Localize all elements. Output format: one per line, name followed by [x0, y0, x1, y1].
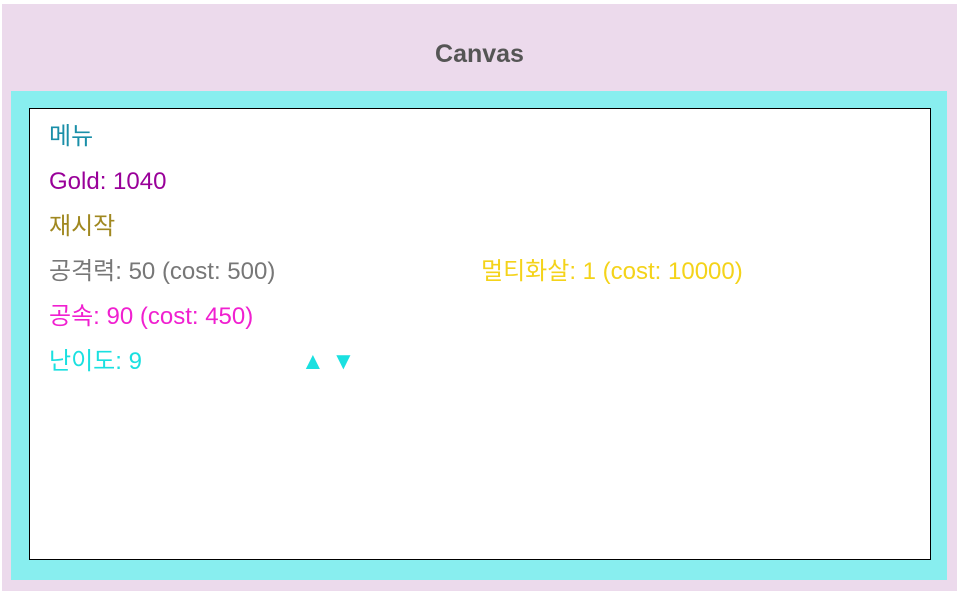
difficulty-down-icon[interactable]: ▼: [331, 348, 355, 376]
page-title: Canvas: [435, 40, 524, 68]
restart-button[interactable]: 재시작: [49, 213, 115, 241]
attack-upgrade-button[interactable]: 공격력: 50 (cost: 500): [49, 258, 275, 286]
difficulty-controls: ▲ ▼: [301, 348, 355, 376]
gold-counter: Gold: 1040: [49, 168, 167, 195]
attack-speed-upgrade-button[interactable]: 공속: 90 (cost: 450): [49, 303, 253, 331]
difficulty-label: 난이도: 9: [49, 348, 142, 375]
canvas-frame: 메뉴 Gold: 1040 재시작 공격력: 50 (cost: 500) 멀티…: [11, 91, 947, 580]
menu-button[interactable]: 메뉴: [49, 123, 93, 151]
page-background: Canvas 메뉴 Gold: 1040 재시작 공격력: 50 (cost: …: [2, 4, 957, 591]
game-canvas[interactable]: 메뉴 Gold: 1040 재시작 공격력: 50 (cost: 500) 멀티…: [29, 108, 931, 560]
multishot-upgrade-button[interactable]: 멀티화살: 1 (cost: 10000): [481, 258, 743, 286]
difficulty-up-icon[interactable]: ▲: [301, 348, 325, 376]
